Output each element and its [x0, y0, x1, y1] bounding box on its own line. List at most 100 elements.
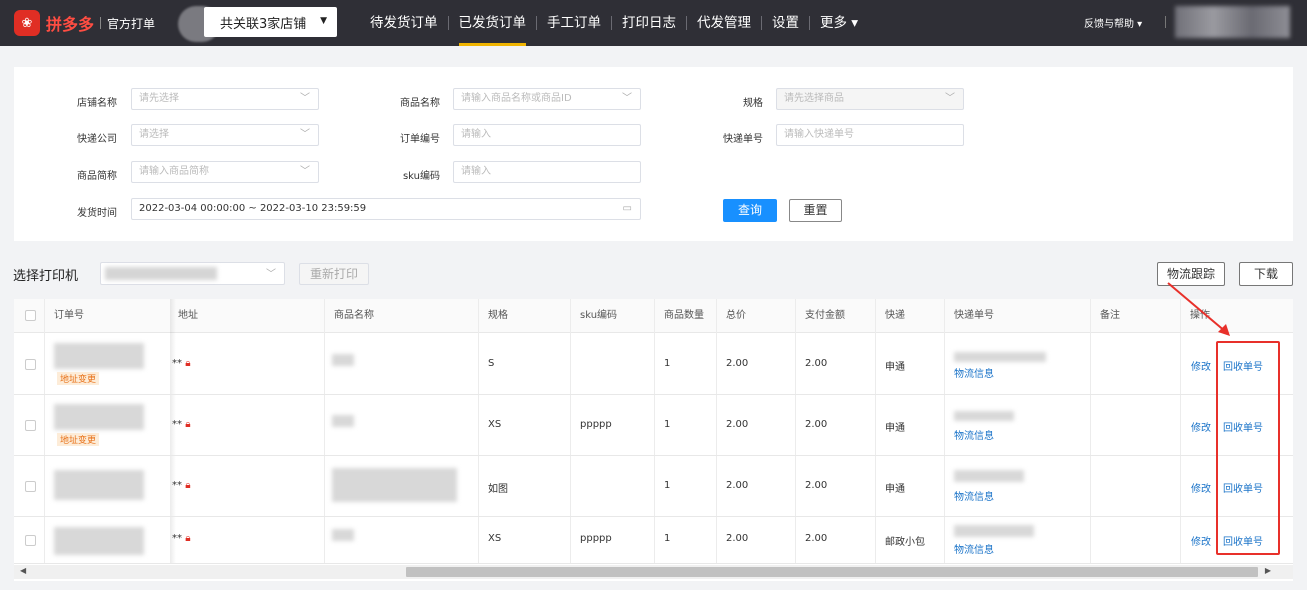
lock-icon[interactable]: 🔒︎: [185, 358, 190, 369]
header-sku: sku编码: [580, 310, 618, 321]
goods-name-redacted: [332, 354, 354, 366]
select-all-checkbox[interactable]: [25, 310, 36, 321]
header-paid: 支付金额: [805, 310, 845, 321]
address-cell: ** 🔒︎: [164, 419, 191, 430]
address-masked: **: [172, 480, 182, 491]
goods-name-select[interactable]: 请输入商品名称或商品ID ﹀: [453, 88, 641, 110]
spec-cell: 如图: [488, 484, 508, 495]
lock-icon[interactable]: 🔒︎: [185, 480, 190, 491]
chevron-down-icon: ﹀: [300, 93, 310, 104]
lock-icon[interactable]: 🔒︎: [185, 533, 190, 544]
reprint-button[interactable]: 重新打印: [299, 263, 369, 285]
express-cell: 申通: [885, 484, 905, 495]
shop-select[interactable]: 共关联3家店铺 ▼: [204, 7, 337, 37]
paid-cell: 2.00: [805, 480, 828, 491]
goods-label: 商品名称: [400, 98, 440, 109]
spec-label: 规格: [743, 98, 763, 109]
nav-dropship[interactable]: 代发管理: [687, 0, 761, 46]
tracking-no-redacted: [954, 470, 1024, 482]
nav-pending-orders[interactable]: 待发货订单: [360, 0, 448, 46]
help-divider: [1165, 16, 1166, 28]
download-button[interactable]: 下载: [1239, 262, 1293, 286]
total-cell: 2.00: [726, 419, 749, 430]
scrollbar-thumb[interactable]: [406, 567, 1258, 577]
printer-label: 选择打印机: [13, 269, 79, 284]
row-checkbox[interactable]: [25, 535, 36, 546]
nav-manual-orders[interactable]: 手工订单: [537, 0, 611, 46]
sku-label: sku编码: [402, 171, 440, 182]
edit-link[interactable]: 修改: [1191, 358, 1211, 373]
horizontal-scrollbar[interactable]: ◀ ▶: [14, 565, 1293, 579]
ship-time-value: 2022-03-04 00:00:00 ~ 2022-03-10 23:59:5…: [139, 203, 367, 214]
edit-link[interactable]: 修改: [1191, 533, 1211, 548]
spec-cell: XS: [488, 533, 502, 544]
user-account[interactable]: [1175, 6, 1290, 38]
goods-name-redacted: [332, 529, 354, 541]
paid-cell: 2.00: [805, 419, 828, 430]
express-cell: 申通: [885, 362, 905, 373]
orders-table: 订单号 地址 商品名称 规格 sku编码 商品数量 总价 支付金额 快递 快递单…: [14, 299, 1293, 581]
shop-name-select[interactable]: 请先选择 ﹀: [131, 88, 319, 110]
tracking-label: 快递单号: [723, 134, 763, 145]
order-no-redacted: [54, 470, 144, 500]
sku-cell: ppppp: [580, 419, 612, 430]
scroll-right-icon[interactable]: ▶: [1265, 566, 1271, 575]
edit-link[interactable]: 修改: [1191, 480, 1211, 495]
header-tracking: 快递单号: [954, 310, 994, 321]
total-cell: 2.00: [726, 533, 749, 544]
express-cell: 邮政小包: [885, 537, 925, 548]
logistics-info-link[interactable]: 物流信息: [954, 488, 994, 503]
qty-cell: 1: [664, 480, 671, 491]
sku-input[interactable]: 请输入: [453, 161, 641, 183]
help-link[interactable]: 反馈与帮助 ▾: [1084, 15, 1142, 30]
nav-print-log[interactable]: 打印日志: [612, 0, 686, 46]
address-changed-badge: 地址变更: [57, 433, 100, 446]
ship-time-label: 发货时间: [77, 208, 117, 219]
logo[interactable]: ❀ 拼多多 官方打单: [14, 10, 155, 36]
express-select[interactable]: 请选择 ﹀: [131, 124, 319, 146]
tracking-no-redacted: [954, 411, 1014, 421]
chevron-down-icon: ﹀: [266, 269, 276, 280]
spec-placeholder: 请先选择商品: [784, 93, 844, 104]
header-order-no: 订单号: [54, 310, 84, 321]
annotation-arrow-icon: [1167, 282, 1230, 336]
ship-time-range[interactable]: 2022-03-04 00:00:00 ~ 2022-03-10 23:59:5…: [131, 198, 641, 220]
filter-panel: 店铺名称 请先选择 ﹀ 商品名称 请输入商品名称或商品ID ﹀ 规格 请先选择商品 ﹀…: [14, 67, 1293, 241]
row-checkbox[interactable]: [25, 420, 36, 431]
logistics-info-link[interactable]: 物流信息: [954, 541, 994, 556]
logistics-info-link[interactable]: 物流信息: [954, 365, 994, 380]
qty-cell: 1: [664, 419, 671, 430]
address-cell: ** 🔒︎: [164, 533, 191, 544]
table-row: 地址变更 ** 🔒︎ XS ppppp 1 2.00 2.00 申通 物流信息 …: [14, 395, 1293, 456]
row-checkbox[interactable]: [25, 481, 36, 492]
logistics-info-link[interactable]: 物流信息: [954, 427, 994, 442]
spec-select[interactable]: 请先选择商品 ﹀: [776, 88, 964, 110]
lock-icon[interactable]: 🔒︎: [185, 419, 190, 430]
order-no-label: 订单编号: [400, 134, 440, 145]
top-navbar: ❀ 拼多多 官方打单 共关联3家店铺 ▼ 待发货订单 已发货订单 手工订单 打印…: [0, 0, 1307, 46]
row-checkbox[interactable]: [25, 359, 36, 370]
short-name-select[interactable]: 请输入商品简称 ﹀: [131, 161, 319, 183]
short-name-placeholder: 请输入商品简称: [139, 166, 209, 177]
printer-select[interactable]: ﹀: [100, 262, 285, 285]
chevron-down-icon: ﹀: [300, 166, 310, 177]
reset-button[interactable]: 重置: [789, 199, 842, 222]
tracking-no-redacted: [954, 525, 1034, 537]
address-changed-badge: 地址变更: [57, 372, 100, 385]
logo-icon: ❀: [14, 10, 40, 36]
scroll-left-icon[interactable]: ◀: [20, 566, 26, 575]
edit-link[interactable]: 修改: [1191, 419, 1211, 434]
shop-name-placeholder: 请先选择: [139, 93, 179, 104]
table-row: ** 🔒︎ XS ppppp 1 2.00 2.00 邮政小包 物流信息 修改 …: [14, 517, 1293, 564]
annotation-highlight-box: [1216, 341, 1280, 555]
express-cell: 申通: [885, 423, 905, 434]
sku-cell: ppppp: [580, 533, 612, 544]
nav-settings[interactable]: 设置: [762, 0, 809, 46]
nav-more[interactable]: 更多 ▾: [810, 0, 868, 46]
chevron-down-icon: ﹀: [622, 93, 632, 104]
query-button[interactable]: 查询: [723, 199, 777, 222]
tracking-input[interactable]: 请输入快递单号: [776, 124, 964, 146]
goods-name-redacted: [332, 468, 457, 502]
order-no-input[interactable]: 请输入: [453, 124, 641, 146]
nav-shipped-orders[interactable]: 已发货订单: [449, 0, 537, 46]
